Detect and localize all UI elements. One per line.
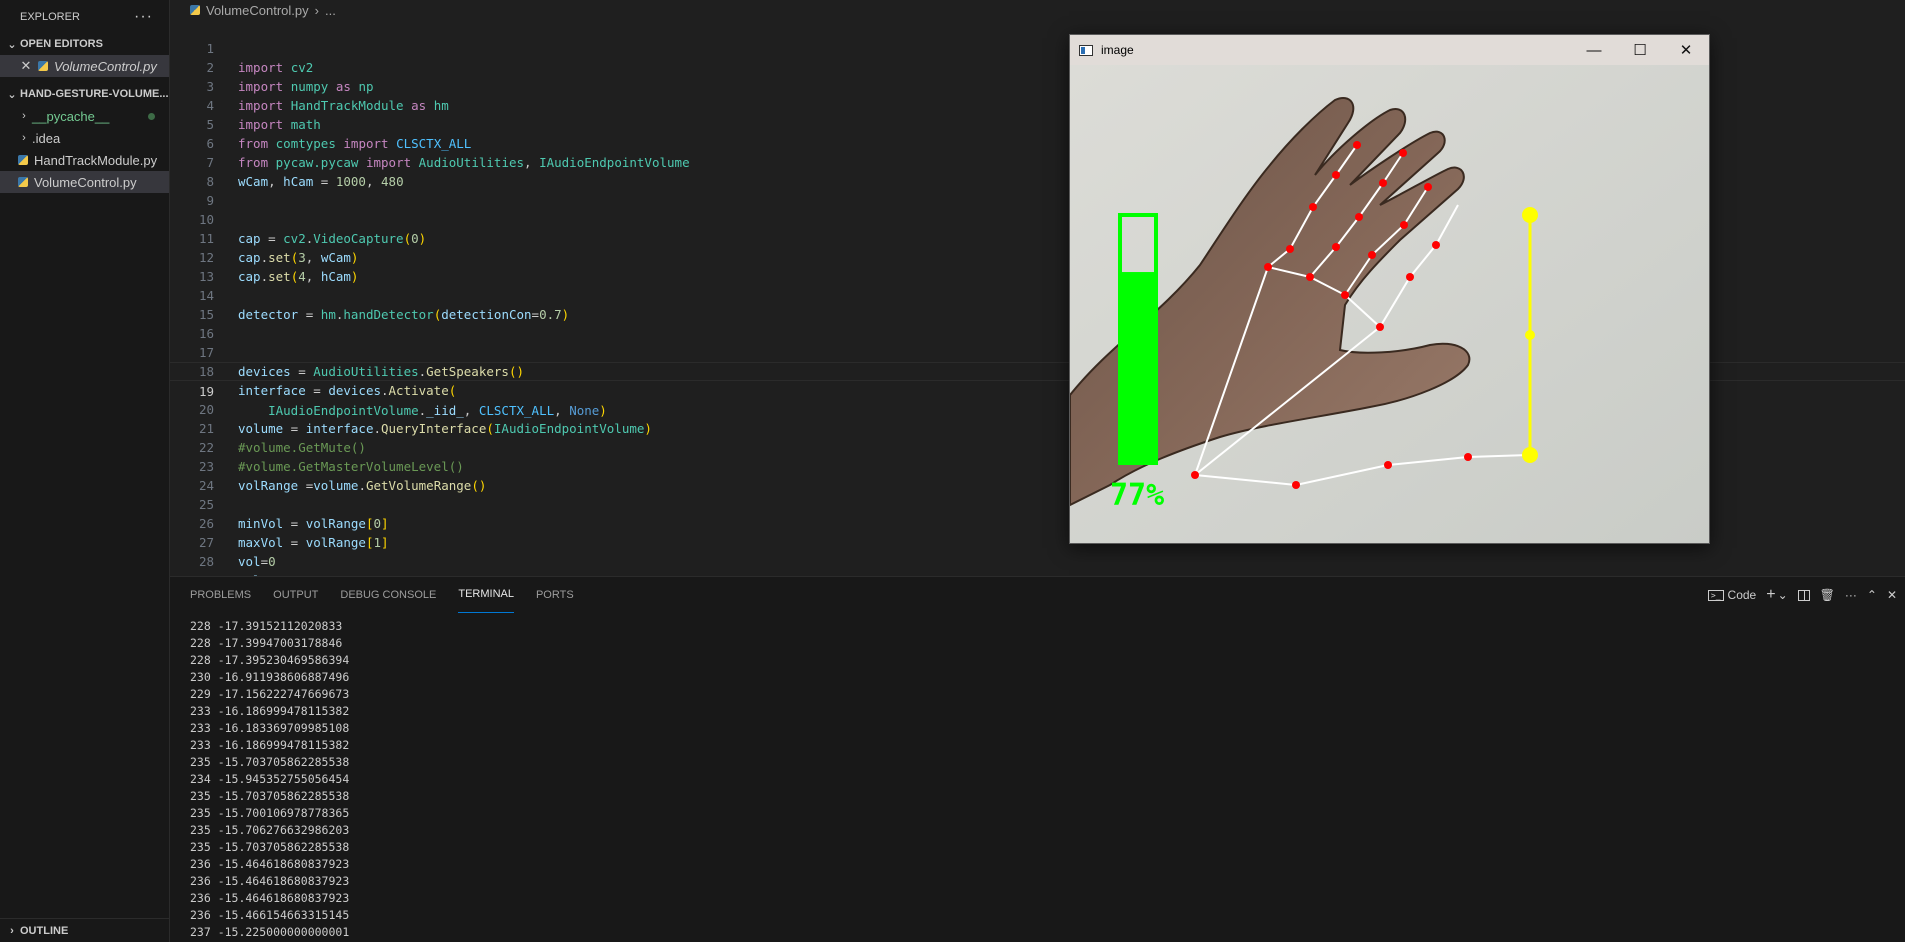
sidebar-item-volumecontrol[interactable]: VolumeControl.py <box>0 171 169 193</box>
python-file-icon <box>38 61 48 71</box>
close-icon[interactable]: ✕ <box>1663 35 1709 65</box>
maximize-panel-icon[interactable]: ⌃ <box>1867 588 1877 602</box>
terminal-line: 237 -15.225000000000001 <box>190 925 350 939</box>
open-editors-label: OPEN EDITORS <box>20 38 103 50</box>
thumb-tip-marker <box>1522 447 1538 463</box>
tab-debug-console[interactable]: DEBUG CONSOLE <box>340 577 436 613</box>
minimize-icon[interactable]: — <box>1571 35 1617 65</box>
close-panel-icon[interactable]: ✕ <box>1887 588 1897 602</box>
sidebar-item-label: .idea <box>32 130 61 146</box>
image-window[interactable]: image — ☐ ✕ 77% <box>1069 34 1710 544</box>
trash-icon[interactable]: 🗑 <box>1820 588 1835 602</box>
chevron-down-icon: ⌄ <box>7 38 17 51</box>
sidebar-item-label: VolumeControl.py <box>34 174 137 190</box>
terminal-line: 235 -15.703705862285538 <box>190 755 350 769</box>
terminal-line: 234 -15.945352755056454 <box>190 772 350 786</box>
sidebar-item-handtrackmodule[interactable]: HandTrackModule.py <box>0 149 169 171</box>
breadcrumb: VolumeControl.py › ... <box>170 0 336 20</box>
tab-ports[interactable]: PORTS <box>536 577 574 613</box>
explorer-sidebar: EXPLORER ··· ⌄ OPEN EDITORS ✕ VolumeCont… <box>0 0 170 942</box>
tab-output[interactable]: OUTPUT <box>273 577 318 613</box>
more-actions-icon[interactable]: ··· <box>1845 588 1857 602</box>
terminal-line: 236 -15.464618680837923 <box>190 891 350 905</box>
midpoint-marker <box>1525 330 1535 340</box>
maximize-icon[interactable]: ☐ <box>1617 35 1663 65</box>
terminal-line: 235 -15.706276632986203 <box>190 823 350 837</box>
image-window-title: image <box>1101 43 1134 57</box>
terminal-line: 236 -15.466154663315145 <box>190 908 350 922</box>
bottom-panel: PROBLEMS OUTPUT DEBUG CONSOLE TERMINAL P… <box>170 576 1905 942</box>
sidebar-item-label: HandTrackModule.py <box>34 152 158 168</box>
window-app-icon <box>1079 44 1093 56</box>
panel-actions: >_ Code + ⌄ 🗑 ··· ⌃ ✕ <box>1707 577 1905 613</box>
volume-bar-fill <box>1120 272 1156 463</box>
project-section[interactable]: ⌄ HAND-GESTURE-VOLUME... <box>0 83 169 105</box>
more-actions-icon[interactable]: ··· <box>134 8 153 26</box>
terminal-line: 228 -17.395230469586394 <box>190 653 350 667</box>
terminal-line: 235 -15.700106978778365 <box>190 806 350 820</box>
tab-terminal[interactable]: TERMINAL <box>458 588 514 613</box>
open-editor-item[interactable]: ✕ VolumeControl.py <box>0 55 169 77</box>
open-editor-filename: VolumeControl.py <box>54 58 157 74</box>
project-label: HAND-GESTURE-VOLUME... <box>20 88 169 100</box>
breadcrumb-file[interactable]: VolumeControl.py <box>206 3 309 18</box>
python-file-icon <box>18 177 28 187</box>
close-icon[interactable]: ✕ <box>18 58 34 74</box>
code-line-29[interactable]: 29 volPer=0 <box>170 552 1905 607</box>
sidebar-item-idea[interactable]: › .idea <box>0 127 169 149</box>
sidebar-item-pycache[interactable]: › __pycache__ <box>0 105 169 127</box>
open-editors-section[interactable]: ⌄ OPEN EDITORS <box>0 33 169 55</box>
python-file-icon <box>190 5 200 15</box>
webcam-frame: 77% <box>1070 65 1709 543</box>
explorer-header: EXPLORER ··· <box>0 0 169 33</box>
tab-problems[interactable]: PROBLEMS <box>190 577 251 613</box>
volume-percent-label: 77% <box>1110 478 1164 513</box>
terminal-line: 233 -16.186999478115382 <box>190 704 350 718</box>
image-window-titlebar[interactable]: image — ☐ ✕ <box>1070 35 1709 65</box>
terminal-line: 236 -15.464618680837923 <box>190 857 350 871</box>
terminal-line: 235 -15.703705862285538 <box>190 840 350 854</box>
terminal-name[interactable]: Code <box>1728 588 1757 602</box>
hand-tracking-frame: 77% <box>1070 65 1709 543</box>
chevron-right-icon: › <box>314 2 319 18</box>
terminal-icon: >_ <box>1707 589 1724 601</box>
terminal-line: 233 -16.186999478115382 <box>190 738 350 752</box>
split-terminal-icon[interactable] <box>1797 589 1810 601</box>
python-file-icon <box>18 155 28 165</box>
chevron-right-icon: › <box>22 110 26 122</box>
breadcrumb-rest[interactable]: ... <box>325 3 336 18</box>
outline-section[interactable]: › OUTLINE <box>0 918 170 942</box>
terminal-line: 235 -15.703705862285538 <box>190 789 350 803</box>
panel-tabs: PROBLEMS OUTPUT DEBUG CONSOLE TERMINAL P… <box>190 577 596 613</box>
terminal-line: 230 -16.911938606887496 <box>190 670 350 684</box>
explorer-title: EXPLORER <box>20 10 80 23</box>
git-status-dot <box>148 112 155 120</box>
chevron-down-icon[interactable]: ⌄ <box>1778 588 1788 602</box>
chevron-right-icon: › <box>22 132 26 144</box>
terminal-line: 229 -17.156222747669673 <box>190 687 350 701</box>
window-controls: — ☐ ✕ <box>1571 35 1709 65</box>
sidebar-item-label: __pycache__ <box>32 108 110 124</box>
chevron-right-icon: › <box>10 924 14 937</box>
terminal-line: 233 -16.183369709985108 <box>190 721 350 735</box>
terminal-line: 228 -17.39152112020833 <box>190 619 343 633</box>
index-tip-marker <box>1522 207 1538 223</box>
terminal-line: 236 -15.464618680837923 <box>190 874 350 888</box>
add-terminal-icon[interactable]: + <box>1766 586 1775 604</box>
outline-label: OUTLINE <box>20 924 69 937</box>
terminal-line: 228 -17.39947003178846 <box>190 636 343 650</box>
chevron-down-icon: ⌄ <box>7 88 17 101</box>
